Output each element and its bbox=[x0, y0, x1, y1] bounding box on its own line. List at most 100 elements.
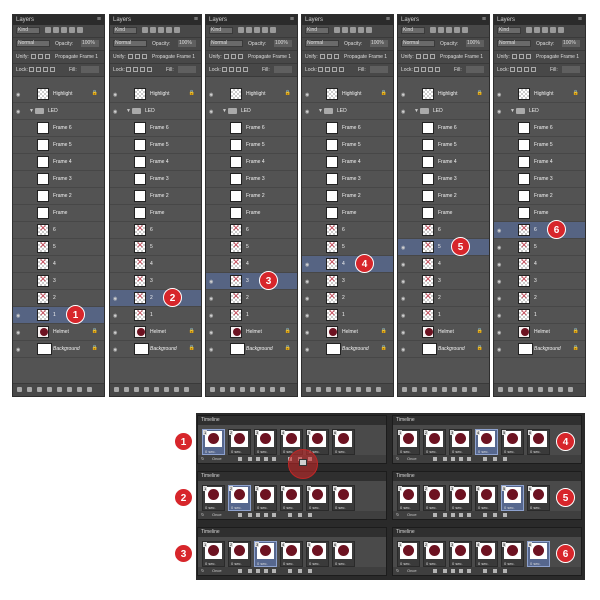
filter-type-icon[interactable] bbox=[45, 27, 51, 33]
layer-row-frame4[interactable]: Frame 4 bbox=[302, 154, 393, 171]
frame-duration[interactable]: 0 sec. bbox=[231, 449, 242, 454]
frame-duration[interactable]: 0 sec. bbox=[426, 505, 437, 510]
animation-frame[interactable]: 2 0 sec. bbox=[423, 541, 446, 567]
opacity-value[interactable]: 100% bbox=[370, 40, 388, 47]
panel-action-icon[interactable] bbox=[164, 387, 169, 392]
layer-row-frame6[interactable]: Frame 6 bbox=[398, 120, 489, 137]
blend-mode-select[interactable]: Normal bbox=[497, 40, 531, 47]
eye-icon[interactable]: ◉ bbox=[497, 330, 501, 336]
playback-control-icon[interactable] bbox=[248, 513, 252, 517]
layer-row-l4[interactable]: ◉ ✕ 4 bbox=[494, 256, 585, 273]
panel-action-icon[interactable] bbox=[210, 387, 215, 392]
frame-duration[interactable]: 0 sec. bbox=[335, 561, 346, 566]
frame-duration[interactable]: 0 sec. bbox=[426, 449, 437, 454]
lock-toggle[interactable] bbox=[517, 67, 522, 72]
layer-row-l6[interactable]: ◉ ✕ 6 bbox=[494, 222, 585, 239]
filter-type-icon[interactable] bbox=[270, 27, 276, 33]
layer-row-frame2[interactable]: Frame 2 bbox=[494, 188, 585, 205]
filter-type-icon[interactable] bbox=[438, 27, 444, 33]
eye-icon[interactable]: ◉ bbox=[401, 262, 405, 268]
layer-row-l5[interactable]: ✕ 5 bbox=[13, 239, 104, 256]
propagate-frame-checkbox[interactable]: Propagate Frame 1 bbox=[152, 54, 195, 60]
panel-action-icon[interactable] bbox=[134, 387, 139, 392]
filter-type-icon[interactable] bbox=[462, 27, 468, 33]
fill-value[interactable] bbox=[81, 66, 99, 73]
animation-frame[interactable]: 3 0 sec. bbox=[254, 429, 277, 455]
animation-frame[interactable]: 1 0 sec. bbox=[397, 541, 420, 567]
frame-duration[interactable]: 0 sec. bbox=[283, 505, 294, 510]
layer-row-frame3[interactable]: Frame 3 bbox=[206, 171, 297, 188]
unify-toggle[interactable] bbox=[238, 54, 243, 59]
filter-kind-select[interactable]: Kind bbox=[305, 27, 329, 34]
panel-action-icon[interactable] bbox=[528, 387, 533, 392]
layer-row-l2[interactable]: ◉ ✕ 2 bbox=[494, 290, 585, 307]
layer-row-helmet[interactable]: ◉ Helmet 🔒 bbox=[494, 324, 585, 341]
lock-toggle[interactable] bbox=[229, 67, 234, 72]
layer-row-l1[interactable]: ◉ ✕ 1 bbox=[110, 307, 201, 324]
layer-row-frame3[interactable]: Frame 3 bbox=[110, 171, 201, 188]
filter-type-icon[interactable] bbox=[542, 27, 548, 33]
unify-toggle[interactable] bbox=[142, 54, 147, 59]
animation-frame[interactable]: 6 0 sec. bbox=[332, 541, 355, 567]
animation-frame[interactable]: 4 0 sec. bbox=[280, 485, 303, 511]
panel-action-icon[interactable] bbox=[144, 387, 149, 392]
panel-action-icon[interactable] bbox=[260, 387, 265, 392]
layer-row-l5[interactable]: ✕ 5 bbox=[206, 239, 297, 256]
eye-icon[interactable]: ◉ bbox=[16, 330, 20, 336]
layer-row-frame5[interactable]: Frame 5 bbox=[398, 137, 489, 154]
layer-row-l6[interactable]: ✕ 6 bbox=[398, 222, 489, 239]
eye-icon[interactable]: ◉ bbox=[113, 296, 117, 302]
layer-row-frame2[interactable]: Frame 2 bbox=[206, 188, 297, 205]
unify-toggle[interactable] bbox=[38, 54, 43, 59]
layer-row-l4[interactable]: ✕ 4 bbox=[13, 256, 104, 273]
panel-action-icon[interactable] bbox=[376, 387, 381, 392]
layer-row-l2[interactable]: ◉ ✕ 2 bbox=[206, 290, 297, 307]
lock-toggle[interactable] bbox=[421, 67, 426, 72]
panel-action-icon[interactable] bbox=[326, 387, 331, 392]
layer-row-frame[interactable]: Frame bbox=[302, 205, 393, 222]
animation-frame[interactable]: 2 0 sec. bbox=[228, 541, 251, 567]
layer-row-background[interactable]: ◉ Background 🔒 bbox=[13, 341, 104, 358]
eye-icon[interactable]: ◉ bbox=[305, 92, 309, 98]
filter-type-icon[interactable] bbox=[350, 27, 356, 33]
filter-type-icon[interactable] bbox=[454, 27, 460, 33]
playback-control-icon[interactable] bbox=[272, 457, 276, 461]
panel-action-icon[interactable] bbox=[154, 387, 159, 392]
filter-type-icon[interactable] bbox=[238, 27, 244, 33]
fill-value[interactable] bbox=[562, 66, 580, 73]
panel-action-icon[interactable] bbox=[184, 387, 189, 392]
filter-type-icon[interactable] bbox=[254, 27, 260, 33]
lock-toggle[interactable] bbox=[531, 67, 536, 72]
playback-control-icon[interactable] bbox=[503, 513, 507, 517]
layer-row-frame4[interactable]: Frame 4 bbox=[13, 154, 104, 171]
unify-toggle[interactable] bbox=[519, 54, 524, 59]
animation-frame[interactable]: 2 0 sec. bbox=[423, 485, 446, 511]
frame-duration[interactable]: 0 sec. bbox=[205, 505, 216, 510]
layer-row-l2[interactable]: ◉ ✕ 2 bbox=[110, 290, 201, 307]
panel-action-icon[interactable] bbox=[220, 387, 225, 392]
playback-control-icon[interactable] bbox=[451, 513, 455, 517]
eye-icon[interactable]: ◉ bbox=[16, 92, 20, 98]
filter-type-icon[interactable] bbox=[61, 27, 67, 33]
layer-row-frame6[interactable]: Frame 6 bbox=[302, 120, 393, 137]
lock-toggle[interactable] bbox=[36, 67, 41, 72]
frame-duration[interactable]: 0 sec. bbox=[335, 449, 346, 454]
animation-frame[interactable]: 3 0 sec. bbox=[449, 485, 472, 511]
playback-control-icon[interactable] bbox=[298, 513, 302, 517]
playback-control-icon[interactable] bbox=[288, 513, 292, 517]
fill-value[interactable] bbox=[466, 66, 484, 73]
playback-control-icon[interactable] bbox=[459, 569, 463, 573]
layer-row-frame2[interactable]: Frame 2 bbox=[110, 188, 201, 205]
playback-control-icon[interactable] bbox=[238, 513, 242, 517]
playback-control-icon[interactable] bbox=[483, 569, 487, 573]
layer-row-highlight[interactable]: ◉ Highlight 🔒 bbox=[206, 86, 297, 103]
animation-frame[interactable]: 4 0 sec. bbox=[475, 541, 498, 567]
panel-action-icon[interactable] bbox=[452, 387, 457, 392]
layer-row-l1[interactable]: ◉ ✕ 1 bbox=[13, 307, 104, 324]
layer-row-l6[interactable]: ✕ 6 bbox=[110, 222, 201, 239]
loop-select[interactable]: Once bbox=[407, 456, 417, 461]
layer-row-l1[interactable]: ◉ ✕ 1 bbox=[302, 307, 393, 324]
layer-row-l3[interactable]: ◉ ✕ 3 bbox=[398, 273, 489, 290]
filter-kind-select[interactable]: Kind bbox=[209, 27, 233, 34]
filter-type-icon[interactable] bbox=[262, 27, 268, 33]
